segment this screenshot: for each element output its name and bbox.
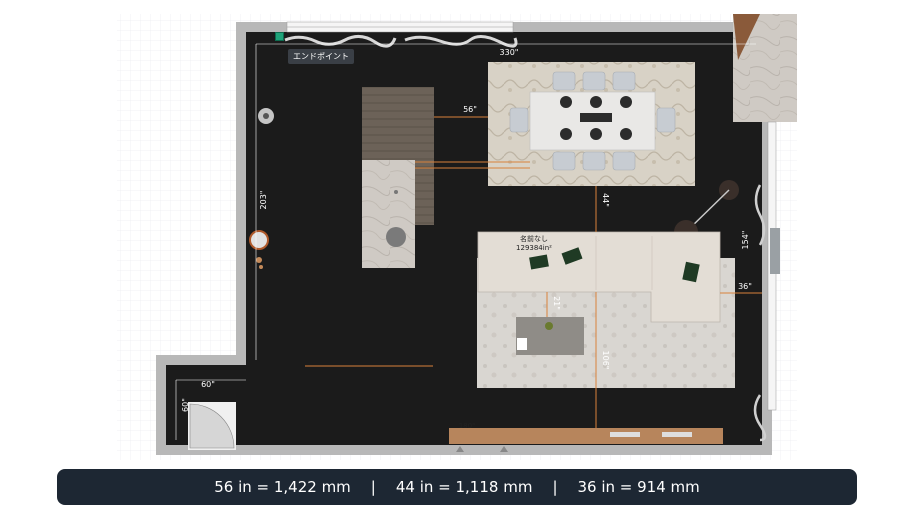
endpoint-tooltip: エンドポイント xyxy=(288,49,354,64)
sofa-name-label: 名前なし xyxy=(520,234,548,243)
endpoint-handle[interactable] xyxy=(275,32,284,41)
dim-dining-sofa[interactable]: 44" xyxy=(601,193,610,207)
door-right[interactable] xyxy=(770,228,780,274)
dim-tv-console[interactable]: 180" xyxy=(459,422,476,430)
dim-left-wall[interactable]: 203" xyxy=(259,191,268,210)
sofa-area-label: 129384in² xyxy=(516,244,552,252)
conversion-bar: 56 in = 1,422 mm | 44 in = 1,118 mm | 36… xyxy=(57,469,857,505)
dim-sofa-table[interactable]: 21" xyxy=(552,296,561,310)
dim-top-wall[interactable]: 330" xyxy=(500,48,519,57)
separator: | xyxy=(552,478,558,496)
side-table-icon xyxy=(249,230,269,250)
separator: | xyxy=(370,478,376,496)
dim-lower-left-height[interactable]: 60" xyxy=(181,398,190,412)
dim-dining-island[interactable]: 56" xyxy=(463,105,477,114)
dim-rug-depth[interactable]: 106" xyxy=(601,351,610,370)
dim-sofa-wall[interactable]: 36" xyxy=(738,282,752,291)
conversion-item-1: 56 in = 1,422 mm xyxy=(214,478,351,496)
dim-right-wall[interactable]: 154" xyxy=(741,231,750,250)
dim-lower-left-width[interactable]: 60" xyxy=(201,380,215,389)
conversion-item-3: 36 in = 914 mm xyxy=(577,478,700,496)
sink-icon xyxy=(386,227,406,247)
kitchen-island-marble[interactable] xyxy=(362,160,415,268)
floor-plan-canvas[interactable]: 名前なし 129384in² 330" 56" 44" 203" 154" 36… xyxy=(0,0,915,515)
conversion-item-2: 44 in = 1,118 mm xyxy=(395,478,533,496)
